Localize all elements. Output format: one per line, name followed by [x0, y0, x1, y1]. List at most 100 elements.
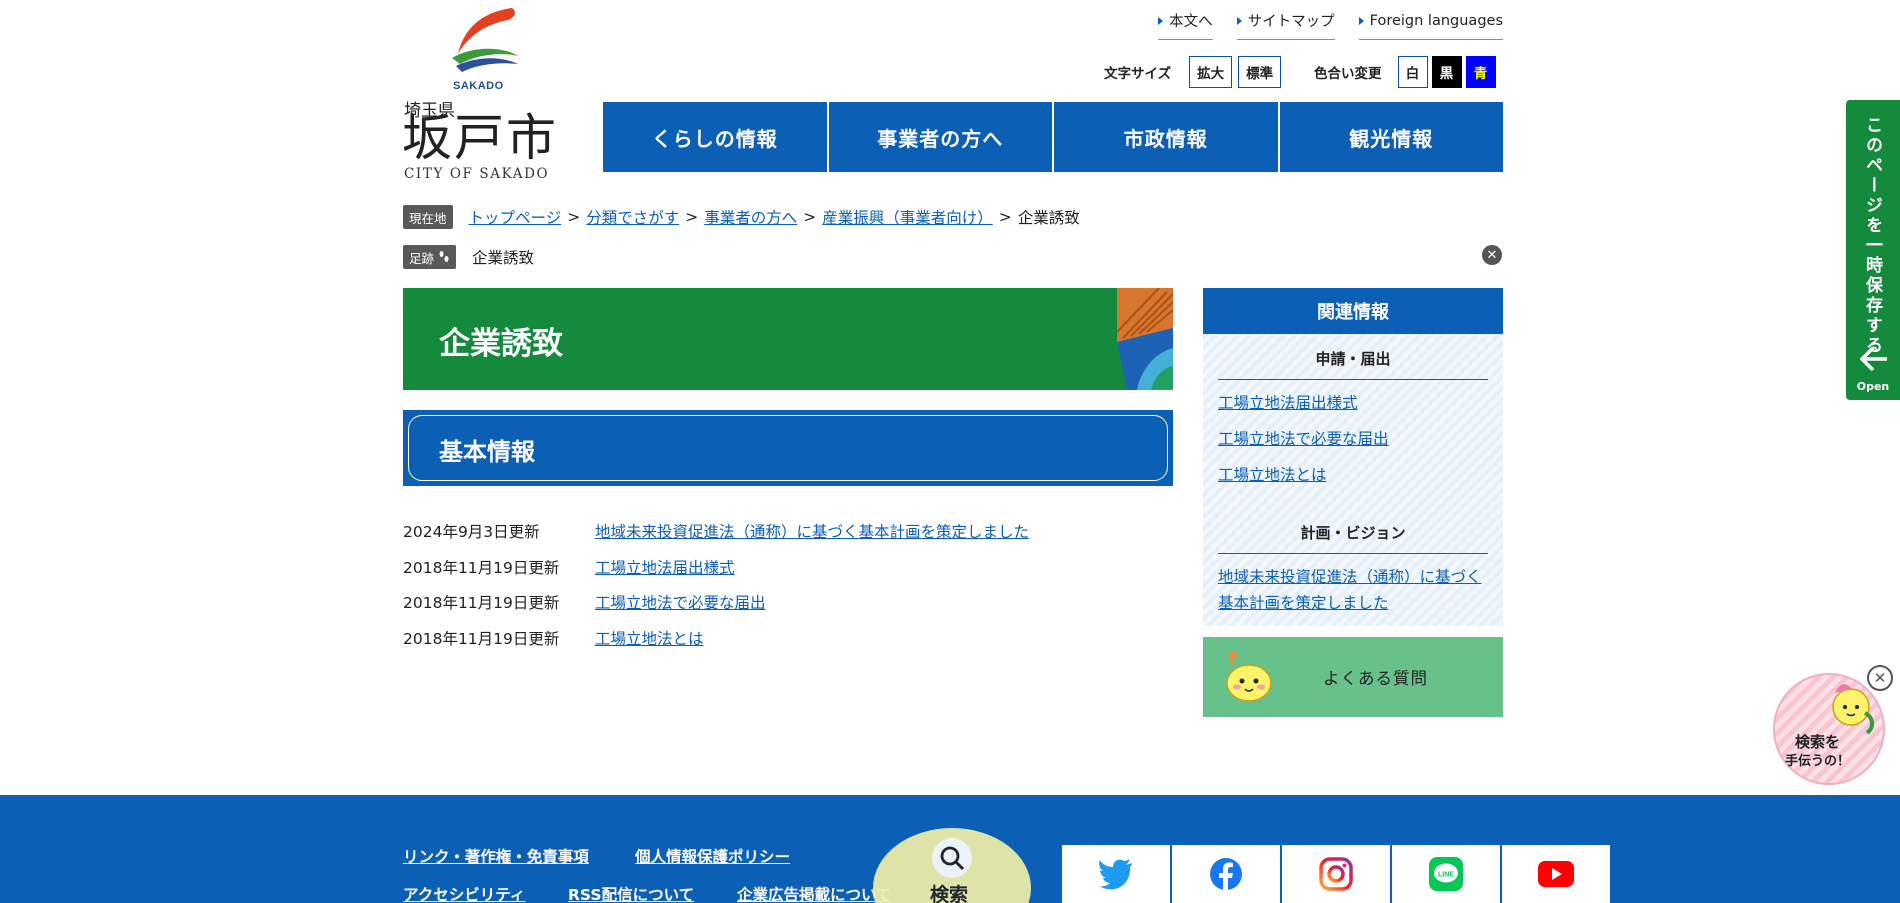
breadcrumb-tag: 現在地: [403, 205, 453, 229]
update-date: 2018年11月19日更新: [403, 629, 560, 648]
footprints-icon: [439, 251, 449, 262]
sidebar-category: 計画・ビジョン: [1218, 518, 1488, 554]
search-helper-close-icon[interactable]: ✕: [1867, 665, 1893, 691]
facebook-link[interactable]: [1172, 845, 1280, 903]
sidebar-link[interactable]: 工場立地法とは: [1218, 462, 1488, 488]
list-item: 2018年11月19日更新 工場立地法届出様式: [403, 549, 1029, 585]
search-helper-line1: 検索を: [1795, 733, 1841, 751]
list-item: 2018年11月19日更新 工場立地法で必要な届出: [403, 584, 1029, 620]
related-info-sidebar: 関連情報 申請・届出 工場立地法届出様式 工場立地法で必要な届出 工場立地法とは…: [1203, 288, 1503, 626]
utility-links: 本文へ サイトマップ Foreign languages: [1158, 10, 1503, 40]
triangle-icon: [1236, 16, 1242, 25]
line-icon: LINE: [1429, 857, 1463, 891]
color-change-control: 色合い変更 白 黒 青: [1314, 56, 1496, 88]
color-blue-button[interactable]: 青: [1465, 56, 1496, 88]
svg-text:LINE: LINE: [1438, 872, 1454, 879]
search-label: 検索: [930, 884, 969, 903]
save-tab-label: このページを一時保存する: [1862, 116, 1882, 356]
breadcrumb-separator: >: [567, 208, 581, 226]
search-helper-label: 検索を 手伝うの！: [1785, 733, 1850, 771]
skip-to-content-link[interactable]: 本文へ: [1158, 10, 1213, 40]
footprint-close-icon[interactable]: ✕: [1482, 245, 1502, 265]
list-item: 2024年9月3日更新 地域未来投資促進法（通称）に基づく基本計画を策定しました: [403, 513, 1029, 549]
footprint-tag-label: 足跡: [409, 250, 435, 266]
update-list: 2024年9月3日更新 地域未来投資促進法（通称）に基づく基本計画を策定しました…: [403, 513, 1029, 656]
sidebar-category: 申請・届出: [1218, 344, 1488, 380]
line-link[interactable]: LINE: [1392, 845, 1500, 903]
page-title-banner: 企業誘致: [403, 288, 1173, 390]
footprint-tag: 足跡: [403, 245, 457, 269]
list-item: 2018年11月19日更新 工場立地法とは: [403, 620, 1029, 656]
breadcrumb-link-industry[interactable]: 産業振興（事業者向け）: [822, 206, 993, 228]
update-link[interactable]: 工場立地法で必要な届出: [595, 591, 766, 613]
nav-item-business[interactable]: 事業者の方へ: [828, 102, 1052, 172]
color-change-label: 色合い変更: [1314, 66, 1382, 82]
twitter-icon: [1099, 859, 1132, 889]
util-link-label: サイトマップ: [1247, 14, 1335, 30]
faq-label: よくある質問: [1323, 669, 1428, 688]
nav-item-living[interactable]: くらしの情報: [603, 102, 827, 172]
logo-city-name: 坂戸市: [402, 109, 558, 167]
breadcrumb: 現在地 トップページ > 分類でさがす > 事業者の方へ > 産業振興（事業者向…: [403, 205, 1080, 229]
faq-button[interactable]: よくある質問: [1203, 637, 1503, 717]
breadcrumb-link-business[interactable]: 事業者の方へ: [704, 206, 797, 228]
save-tab-open-label: Open: [1856, 380, 1890, 393]
search-icon: [932, 838, 972, 878]
footer-link-copyright[interactable]: リンク・著作権・免責事項: [403, 845, 589, 867]
sidebar-link[interactable]: 工場立地法届出様式: [1218, 390, 1488, 416]
search-helper-button[interactable]: 検索を 手伝うの！: [1773, 673, 1885, 785]
text-size-control: 文字サイズ 拡大 標準: [1104, 56, 1282, 88]
update-date: 2018年11月19日更新: [403, 594, 560, 613]
update-link[interactable]: 工場立地法届出様式: [595, 556, 735, 578]
triangle-icon: [1358, 16, 1364, 25]
color-white-button[interactable]: 白: [1397, 56, 1428, 88]
instagram-link[interactable]: [1282, 845, 1390, 903]
footer-link-accessibility[interactable]: アクセシビリティ: [403, 883, 525, 903]
update-link[interactable]: 工場立地法とは: [595, 627, 704, 649]
page-title: 企業誘致: [439, 326, 563, 362]
site-logo[interactable]: SAKADO 埼玉県 坂戸市 CITY OF SAKADO: [402, 6, 564, 182]
text-size-larger-button[interactable]: 拡大: [1189, 56, 1233, 88]
update-link[interactable]: 地域未来投資促進法（通称）に基づく基本計画を策定しました: [595, 520, 1029, 542]
util-link-label: 本文へ: [1169, 14, 1213, 30]
city-emblem-icon: [452, 8, 518, 72]
footprint-item[interactable]: 企業誘致: [472, 246, 534, 268]
breadcrumb-separator: >: [998, 208, 1012, 226]
footer-link-ads[interactable]: 企業広告掲載について: [737, 883, 892, 903]
footprint: 足跡 企業誘致: [403, 245, 534, 269]
sidebar-link[interactable]: 工場立地法で必要な届出: [1218, 426, 1488, 452]
section-header: 基本情報: [403, 410, 1173, 486]
update-date: 2024年9月3日更新: [403, 522, 540, 541]
nav-item-city-government[interactable]: 市政情報: [1054, 102, 1278, 172]
sidebar-body: 申請・届出 工場立地法届出様式 工場立地法で必要な届出 工場立地法とは 計画・ビ…: [1203, 334, 1503, 626]
breadcrumb-current: 企業誘致: [1017, 209, 1080, 227]
facebook-icon: [1210, 858, 1242, 891]
breadcrumb-separator: >: [803, 208, 817, 226]
footer-link-privacy[interactable]: 個人情報保護ポリシー: [635, 845, 790, 867]
decorative-pattern-icon: [1117, 288, 1173, 390]
search-helper-line2: 手伝うの！: [1785, 754, 1851, 769]
breadcrumb-link-top[interactable]: トップページ: [469, 206, 562, 228]
sidebar-link[interactable]: 地域未来投資促進法（通称）に基づく基本計画を策定しました: [1218, 564, 1488, 616]
nav-item-tourism[interactable]: 観光情報: [1279, 102, 1503, 172]
update-date: 2018年11月19日更新: [403, 558, 560, 577]
logo-en-small: SAKADO: [453, 80, 504, 92]
logo-city-en: CITY OF SAKADO: [404, 166, 550, 182]
footer-link-rss[interactable]: RSS配信について: [568, 883, 694, 903]
arrow-left-icon: [1860, 346, 1887, 372]
breadcrumb-separator: >: [685, 208, 699, 226]
foreign-languages-link[interactable]: Foreign languages: [1358, 10, 1503, 40]
sitemap-link[interactable]: サイトマップ: [1236, 10, 1335, 40]
color-black-button[interactable]: 黒: [1431, 56, 1462, 88]
breadcrumb-link-category[interactable]: 分類でさがす: [586, 206, 679, 228]
mascot-icon: [1226, 651, 1272, 702]
twitter-link[interactable]: [1062, 845, 1170, 903]
util-link-label: Foreign languages: [1369, 12, 1503, 29]
global-nav: くらしの情報 事業者の方へ 市政情報 観光情報: [603, 102, 1503, 172]
triangle-icon: [1158, 16, 1164, 25]
text-size-standard-button[interactable]: 標準: [1238, 56, 1282, 88]
youtube-link[interactable]: [1502, 845, 1610, 903]
instagram-icon: [1319, 857, 1353, 891]
youtube-icon: [1538, 861, 1574, 887]
save-page-tab[interactable]: このページを一時保存する Open: [1846, 100, 1900, 400]
